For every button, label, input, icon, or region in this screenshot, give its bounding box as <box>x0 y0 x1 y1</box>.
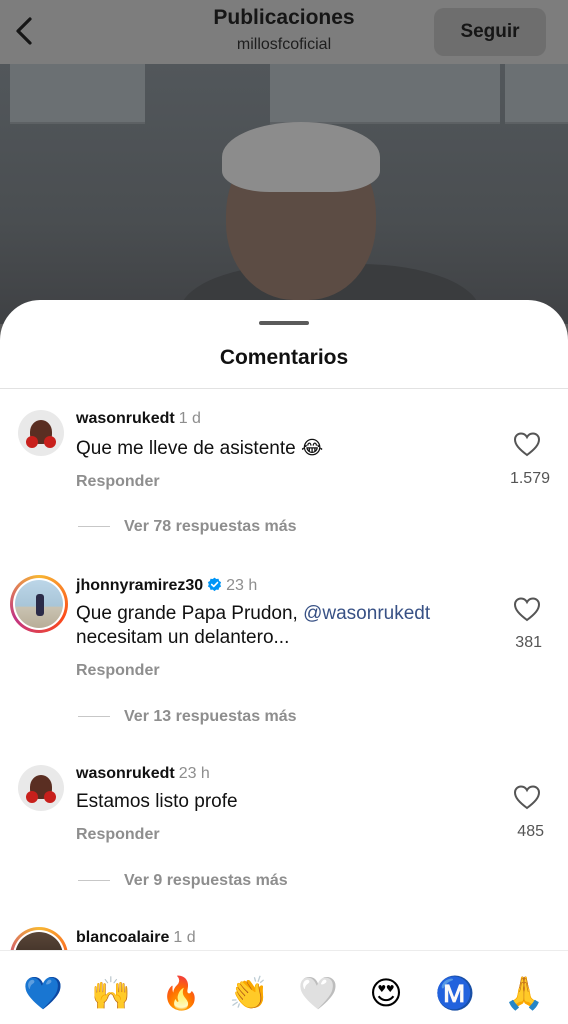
comment-text: Que grande Papa Prudon, @wasonrukedt nece… <box>76 602 430 650</box>
view-more-replies[interactable]: Ver 9 respuestas más <box>78 872 288 890</box>
emoji-heart-eyes[interactable]: 😍 <box>366 973 406 1013</box>
comment-text: Estamos listo profe <box>76 791 238 812</box>
divider <box>0 388 568 389</box>
reply-button[interactable]: Responder <box>76 826 160 844</box>
emoji-raising-hands[interactable]: 🙌 <box>91 973 131 1013</box>
view-more-replies[interactable]: Ver 78 respuestas más <box>78 518 297 536</box>
comment-header: wasonrukedt 23 h <box>76 765 210 783</box>
verified-badge-icon <box>208 577 222 592</box>
comment-text-start: Que grande Papa Prudon, <box>76 603 304 624</box>
top-nav-bar: Publicaciones millosfcoficial Seguir <box>0 0 568 64</box>
emoji-circled-m[interactable]: Ⓜ️ <box>435 973 475 1013</box>
comment-time: 1 d <box>173 929 196 946</box>
sheet-title: Comentarios <box>219 346 349 369</box>
like-button[interactable] <box>513 596 541 622</box>
comments-sheet: Comentarios wasonrukedt 1 d Que me lleve … <box>0 300 568 1024</box>
follow-button[interactable]: Seguir <box>434 8 546 56</box>
avatar[interactable] <box>18 765 64 811</box>
comment-item: wasonrukedt 23 h Estamos listo profe Resp… <box>0 762 568 902</box>
comment-username[interactable]: wasonrukedt <box>76 410 175 427</box>
like-count: 485 <box>517 823 544 840</box>
reply-button[interactable]: Responder <box>76 473 160 491</box>
reply-button[interactable]: Responder <box>76 662 160 680</box>
like-count: 1.579 <box>509 470 550 487</box>
comment-header: blancoalaire 1 d <box>76 929 196 947</box>
emoji-white-heart[interactable]: 🤍 <box>298 973 338 1013</box>
comment-time: 23 h <box>226 577 258 594</box>
comment-header: wasonrukedt 1 d <box>76 410 201 428</box>
comment-time: 1 d <box>178 410 201 427</box>
comment-item: wasonrukedt 1 d Que me lleve de asistente… <box>0 406 568 556</box>
emoji-clapping-hands[interactable]: 👏 <box>229 973 269 1013</box>
comment-item: jhonnyramirez30 23 h Que grande Papa Prud… <box>0 570 568 740</box>
like-button[interactable] <box>513 431 541 457</box>
replies-line <box>78 526 110 528</box>
sheet-drag-handle[interactable] <box>259 321 309 325</box>
like-count: 381 <box>515 634 542 651</box>
avatar[interactable] <box>18 410 64 456</box>
post-image <box>0 64 568 324</box>
view-more-replies-label: Ver 9 respuestas más <box>124 872 288 889</box>
heart-outline-icon <box>513 785 541 810</box>
mention-link[interactable]: @wasonrukedt <box>303 603 430 624</box>
replies-line <box>78 716 110 718</box>
heart-outline-icon <box>513 432 541 457</box>
replies-line <box>78 880 110 882</box>
heart-outline-icon <box>513 597 541 622</box>
like-button[interactable] <box>513 784 541 810</box>
emoji-reaction-bar: 💙 🙌 🔥 👏 🤍 😍 Ⓜ️ 🙏 <box>0 950 568 1024</box>
emoji-folded-hands[interactable]: 🙏 <box>504 973 544 1013</box>
comment-time: 23 h <box>178 765 210 782</box>
comment-text: Que me lleve de asistente 😂 <box>76 438 324 459</box>
view-more-replies[interactable]: Ver 13 respuestas más <box>78 708 297 726</box>
comment-text-end: necesitam un delantero... <box>76 627 290 648</box>
avatar-story-ring[interactable] <box>10 575 68 633</box>
comment-username[interactable]: jhonnyramirez30 <box>76 577 203 594</box>
emoji-fire[interactable]: 🔥 <box>161 973 201 1013</box>
avatar <box>15 580 63 628</box>
comment-username[interactable]: blancoalaire <box>76 929 169 946</box>
comment-header: jhonnyramirez30 23 h <box>76 577 257 595</box>
view-more-replies-label: Ver 78 respuestas más <box>124 518 297 535</box>
view-more-replies-label: Ver 13 respuestas más <box>124 708 297 725</box>
emoji-blue-heart[interactable]: 💙 <box>23 973 63 1013</box>
comment-username[interactable]: wasonrukedt <box>76 765 175 782</box>
